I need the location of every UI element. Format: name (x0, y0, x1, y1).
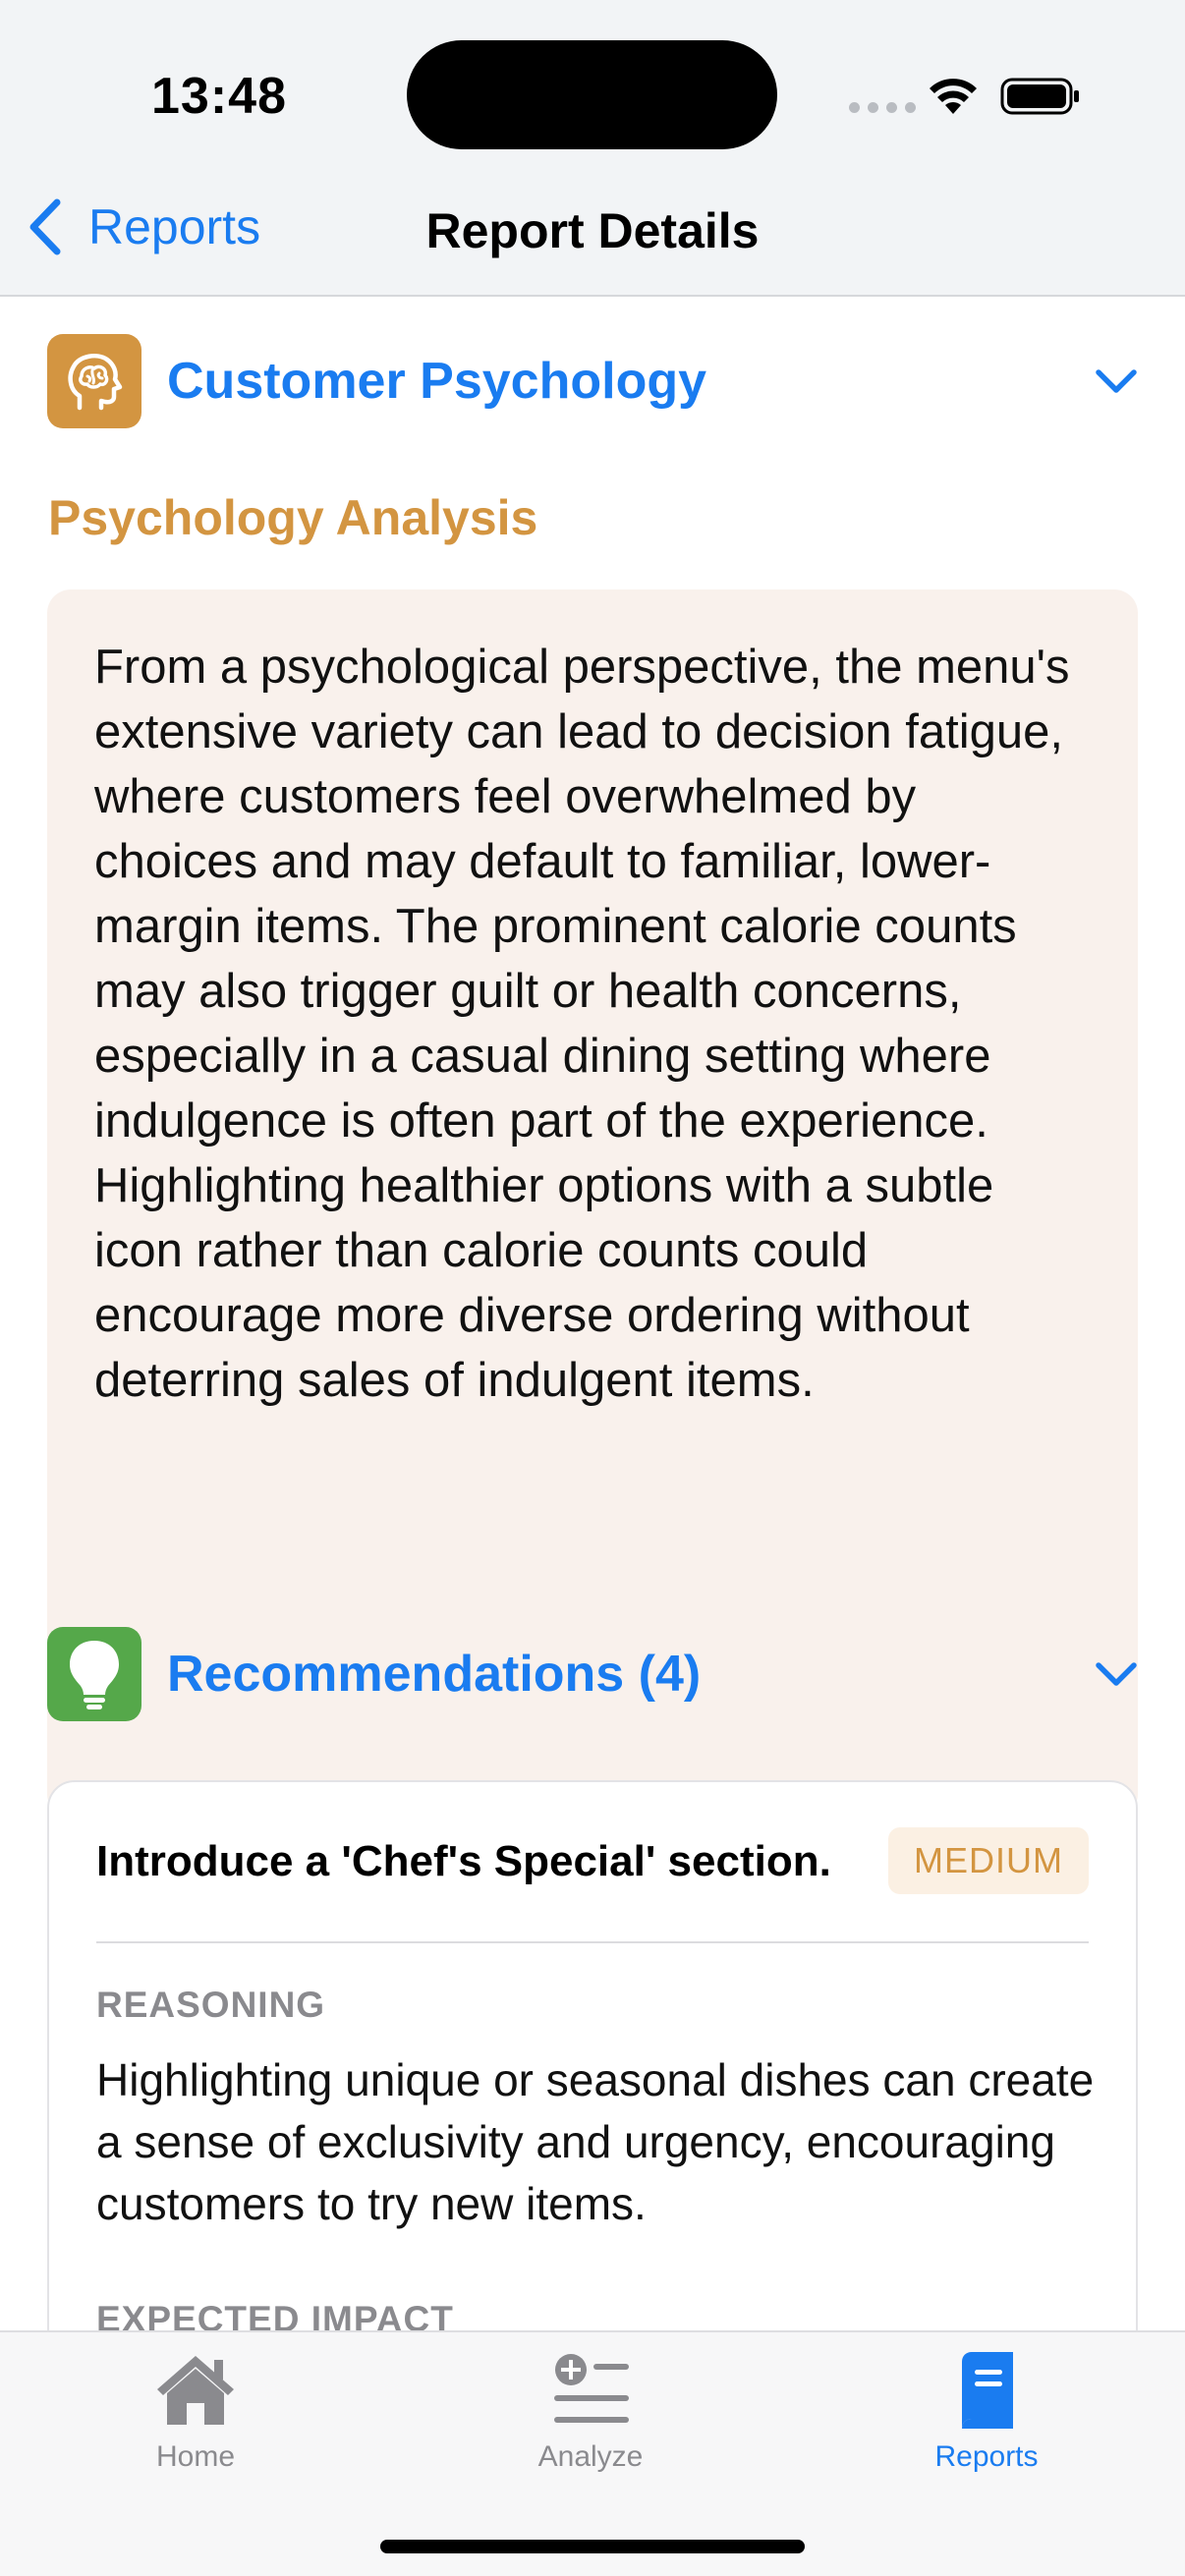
tab-analyze[interactable]: Analyze (473, 2346, 708, 2474)
chevron-down-icon (1096, 1662, 1137, 1686)
report-details-screen: 13:48 Reports Report Details Customer Ps… (0, 0, 1185, 2576)
wifi-icon (930, 79, 977, 114)
brain-head-icon (47, 334, 141, 428)
psychology-section-header[interactable]: Customer Psychology (47, 334, 1138, 428)
priority-badge: MEDIUM (888, 1827, 1089, 1894)
page-title: Report Details (425, 203, 760, 258)
report-content[interactable]: Customer Psychology Psychology Analysis … (0, 297, 1185, 2330)
dynamic-island (407, 40, 777, 149)
tab-label: Analyze (537, 2440, 644, 2473)
tab-reports[interactable]: Reports (869, 2346, 1104, 2474)
reasoning-text: Highlighting unique or seasonal dishes c… (96, 2054, 1095, 2229)
recommendation-title: Introduce a 'Chef's Special' section. (96, 1837, 831, 1885)
tab-label: Reports (934, 2440, 1039, 2473)
battery-icon (1000, 78, 1079, 115)
cellular-signal-icon (849, 102, 916, 113)
lightbulb-icon (47, 1627, 141, 1721)
top-bar: 13:48 Reports Report Details (0, 0, 1185, 297)
psychology-section-title: Customer Psychology (167, 353, 707, 410)
list-plus-icon (554, 2354, 629, 2423)
recommendation-card[interactable]: Introduce a 'Chef's Special' section. ME… (47, 1780, 1138, 2330)
house-icon (157, 2356, 234, 2425)
expected-impact-label: EXPECTED IMPACT (96, 2299, 454, 2330)
recommendations-section-title: Recommendations (4) (167, 1646, 702, 1703)
status-time: 13:48 (151, 68, 287, 125)
psychology-analysis-heading: Psychology Analysis (48, 490, 538, 545)
divider (96, 1941, 1089, 1943)
tab-label: Home (155, 2440, 236, 2473)
home-indicator (380, 2540, 805, 2553)
chevron-down-icon (1096, 369, 1137, 393)
report-book-icon (962, 2352, 1013, 2429)
recommendations-section-header[interactable]: Recommendations (4) (47, 1627, 1138, 1721)
tab-home[interactable]: Home (78, 2346, 313, 2474)
reasoning-label: REASONING (96, 1985, 326, 2025)
